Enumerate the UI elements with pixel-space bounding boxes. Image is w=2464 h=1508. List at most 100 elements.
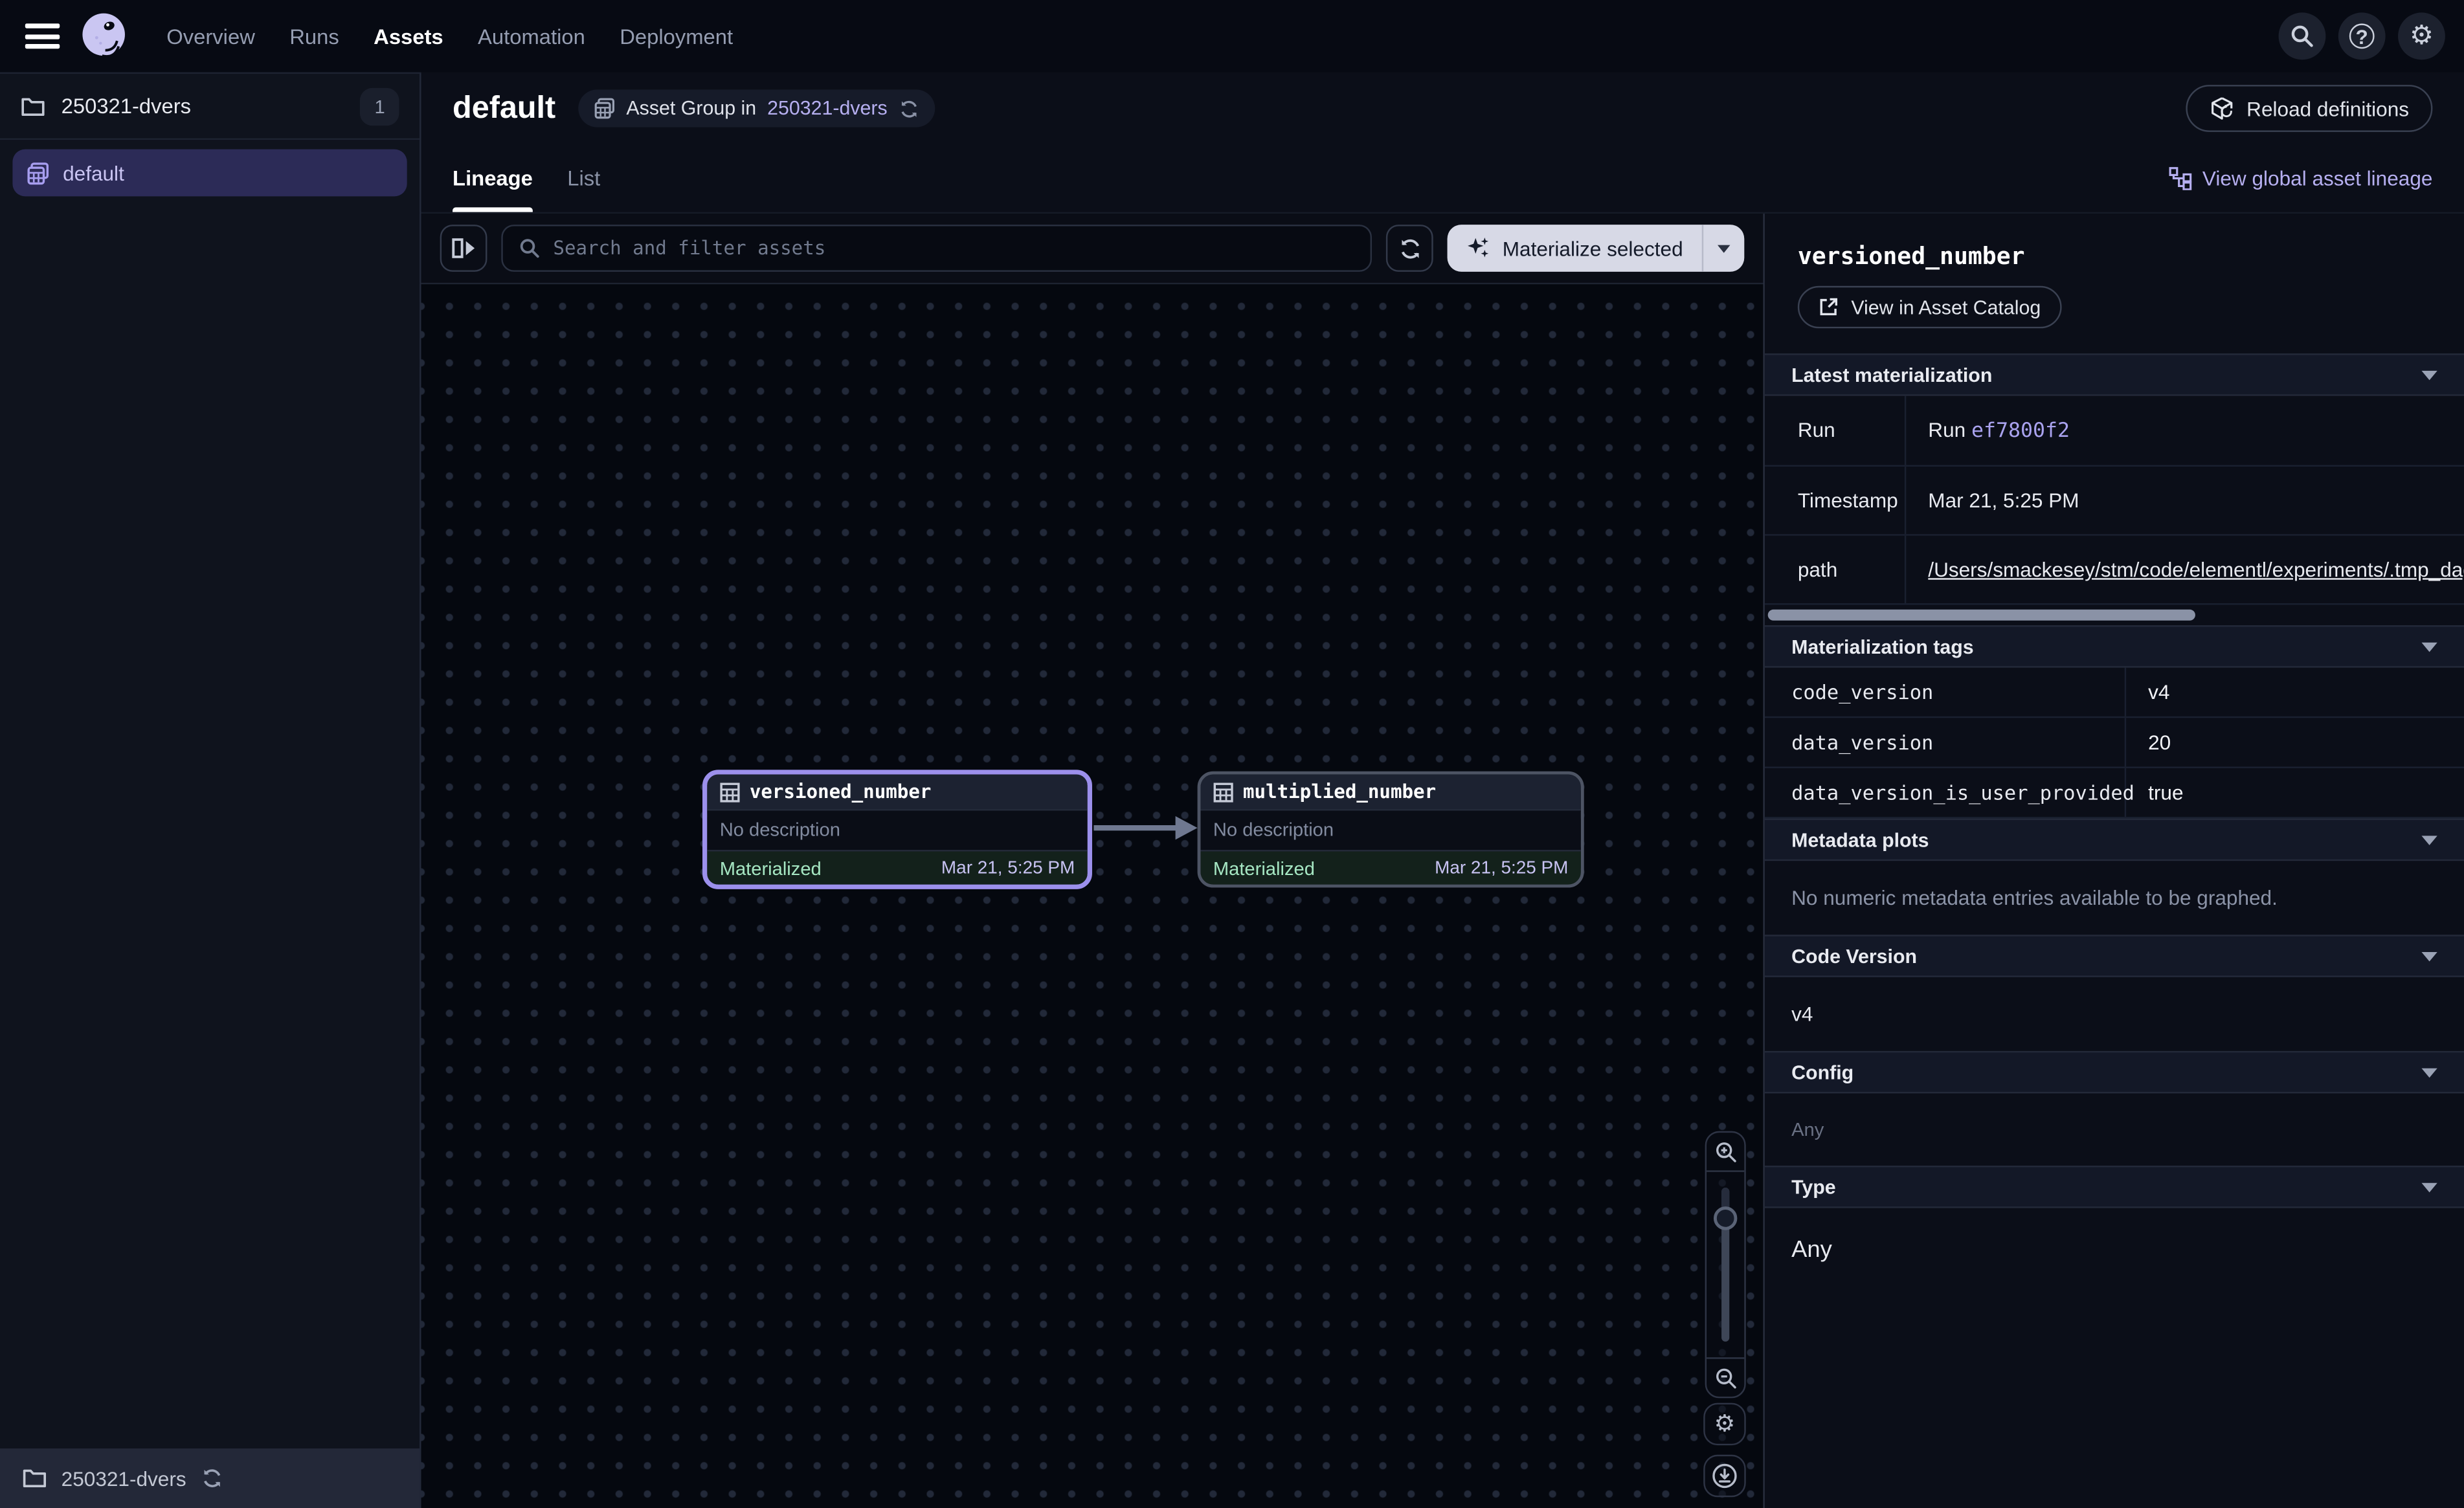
refresh-icon[interactable] xyxy=(899,98,919,119)
materialized-time: Mar 21, 5:25 PM xyxy=(1435,859,1568,878)
tag-key: data_version_is_user_provided xyxy=(1765,768,2126,817)
refresh-icon[interactable] xyxy=(200,1467,222,1489)
section-label: Metadata plots xyxy=(1791,828,1929,850)
main-content: default Asset Group in 250321-dvers xyxy=(421,72,2464,1508)
tab-list-label: List xyxy=(567,166,600,190)
refresh-graph-button[interactable] xyxy=(1386,225,1433,272)
table-row: Timestamp Mar 21, 5:25 PM xyxy=(1765,467,2464,536)
page-title: default xyxy=(453,91,555,127)
tag-key: data_version xyxy=(1765,718,2126,766)
refresh-icon xyxy=(1398,236,1421,260)
reload-definitions-button[interactable]: Reload definitions xyxy=(2186,85,2433,132)
section-code-version[interactable]: Code Version xyxy=(1765,935,2464,977)
sidebar-group-row[interactable]: 250321-dvers 1 xyxy=(0,74,420,140)
chevron-down-icon xyxy=(2421,642,2437,652)
sidebar-footer-label: 250321-dvers xyxy=(62,1467,186,1490)
expand-sidebar-button[interactable] xyxy=(440,225,487,272)
chip-text: Asset Group in xyxy=(626,97,756,119)
lineage-canvas[interactable]: versioned_number No description Material… xyxy=(421,284,1764,1508)
lineage-graph-pane: Materialize selected xyxy=(421,214,1765,1508)
path-link[interactable]: /Users/smackesey/stm/code/elementl/exper… xyxy=(1928,558,2464,581)
sidebar-footer-location[interactable]: 250321-dvers xyxy=(0,1448,420,1508)
materialized-status: Materialized xyxy=(720,857,822,879)
gear-icon: ⚙ xyxy=(1714,1412,1736,1436)
asset-search-box xyxy=(501,225,1372,272)
chevron-down-icon xyxy=(2421,370,2437,380)
view-in-asset-catalog-button[interactable]: View in Asset Catalog xyxy=(1798,286,2061,329)
search-input[interactable] xyxy=(553,238,1354,260)
materialized-time: Mar 21, 5:25 PM xyxy=(941,859,1075,878)
asset-node-description: No description xyxy=(707,809,1087,852)
zoom-slider-knob[interactable] xyxy=(1714,1206,1737,1230)
nav-automation[interactable]: Automation xyxy=(478,25,585,48)
zoom-out-button[interactable] xyxy=(1707,1357,1744,1397)
lineage-edge-arrow xyxy=(1093,812,1200,844)
table-row: Run Run ef7800f2 xyxy=(1765,396,2464,467)
zoom-controls xyxy=(1705,1131,1746,1399)
gear-icon: ⚙ xyxy=(2410,23,2434,49)
graph-toolbar: Materialize selected xyxy=(421,214,1764,284)
asset-group-chip[interactable]: Asset Group in 250321-dvers xyxy=(577,89,934,127)
materialize-split-button: Materialize selected xyxy=(1448,225,1744,272)
materialize-dropdown-button[interactable] xyxy=(1703,225,1744,272)
download-graph-button[interactable] xyxy=(1703,1455,1746,1498)
settings-button[interactable]: ⚙ xyxy=(2398,12,2445,60)
section-label: Code Version xyxy=(1791,945,1917,967)
chevron-down-icon xyxy=(1718,244,1730,252)
section-materialization-tags[interactable]: Materialization tags xyxy=(1765,625,2464,668)
table-row: data_version_is_user_provided true xyxy=(1765,768,2464,819)
table-row: path /Users/smackesey/stm/code/elementl/… xyxy=(1765,536,2464,605)
chevron-down-icon xyxy=(2421,835,2437,845)
sidebar: 250321-dvers 1 default 250321-dvers xyxy=(0,72,421,1508)
section-label: Materialization tags xyxy=(1791,636,1974,658)
nav-overview[interactable]: Overview xyxy=(166,25,255,48)
tag-value: true xyxy=(2126,768,2464,817)
materialize-selected-button[interactable]: Materialize selected xyxy=(1448,225,1702,272)
asset-node-description: No description xyxy=(1200,809,1580,852)
chevron-down-icon xyxy=(2421,1182,2437,1192)
section-config[interactable]: Config xyxy=(1765,1051,2464,1094)
section-metadata-plots[interactable]: Metadata plots xyxy=(1765,819,2464,861)
search-icon xyxy=(2290,23,2315,49)
nav-runs[interactable]: Runs xyxy=(289,25,339,48)
section-label: Type xyxy=(1791,1176,1836,1198)
search-button[interactable] xyxy=(2279,12,2326,60)
zoom-out-icon xyxy=(1714,1366,1737,1390)
asset-node-multiplied-number[interactable]: multiplied_number No description Materia… xyxy=(1198,771,1584,888)
help-button[interactable]: ? xyxy=(2338,12,2386,60)
zoom-slider[interactable] xyxy=(1707,1172,1744,1357)
hamburger-menu-icon[interactable] xyxy=(25,23,60,49)
tab-list[interactable]: List xyxy=(567,144,600,212)
row-key: Run xyxy=(1765,396,1906,465)
type-value: Any xyxy=(1765,1208,2464,1298)
row-key: path xyxy=(1765,536,1906,603)
chip-group-link[interactable]: 250321-dvers xyxy=(767,97,888,119)
sidebar-item-default[interactable]: default xyxy=(12,150,407,197)
sidebar-item-label: default xyxy=(63,161,124,184)
horizontal-scrollbar[interactable] xyxy=(1768,610,2195,621)
tabs-row: Lineage List View global asset lineage xyxy=(421,144,2464,214)
table-row: code_version v4 xyxy=(1765,668,2464,718)
panel-asset-title: versioned_number xyxy=(1765,214,2464,286)
dagster-logo-icon[interactable] xyxy=(76,8,132,64)
asset-node-versioned-number[interactable]: versioned_number No description Material… xyxy=(702,770,1092,889)
sidebar-group-label: 250321-dvers xyxy=(62,94,191,118)
nav-assets[interactable]: Assets xyxy=(374,25,443,48)
nav-deployment[interactable]: Deployment xyxy=(620,25,733,48)
view-global-lineage-label: View global asset lineage xyxy=(2202,166,2433,190)
run-id-link[interactable]: ef7800f2 xyxy=(1971,419,2070,443)
section-type[interactable]: Type xyxy=(1765,1166,2464,1208)
section-latest-materialization[interactable]: Latest materialization xyxy=(1765,353,2464,396)
lineage-graph-icon xyxy=(2167,166,2191,190)
tab-lineage[interactable]: Lineage xyxy=(453,144,533,212)
asset-node-name: multiplied_number xyxy=(1243,781,1436,803)
external-link-icon xyxy=(1818,297,1839,318)
asset-node-name: versioned_number xyxy=(750,781,932,803)
graph-settings-button[interactable]: ⚙ xyxy=(1703,1403,1746,1446)
config-value: Any xyxy=(1765,1093,2464,1166)
zoom-in-button[interactable] xyxy=(1707,1133,1744,1172)
asset-group-icon xyxy=(593,97,615,119)
table-row: data_version 20 xyxy=(1765,718,2464,768)
view-global-lineage-link[interactable]: View global asset lineage xyxy=(2167,166,2432,190)
folder-icon xyxy=(21,95,46,117)
